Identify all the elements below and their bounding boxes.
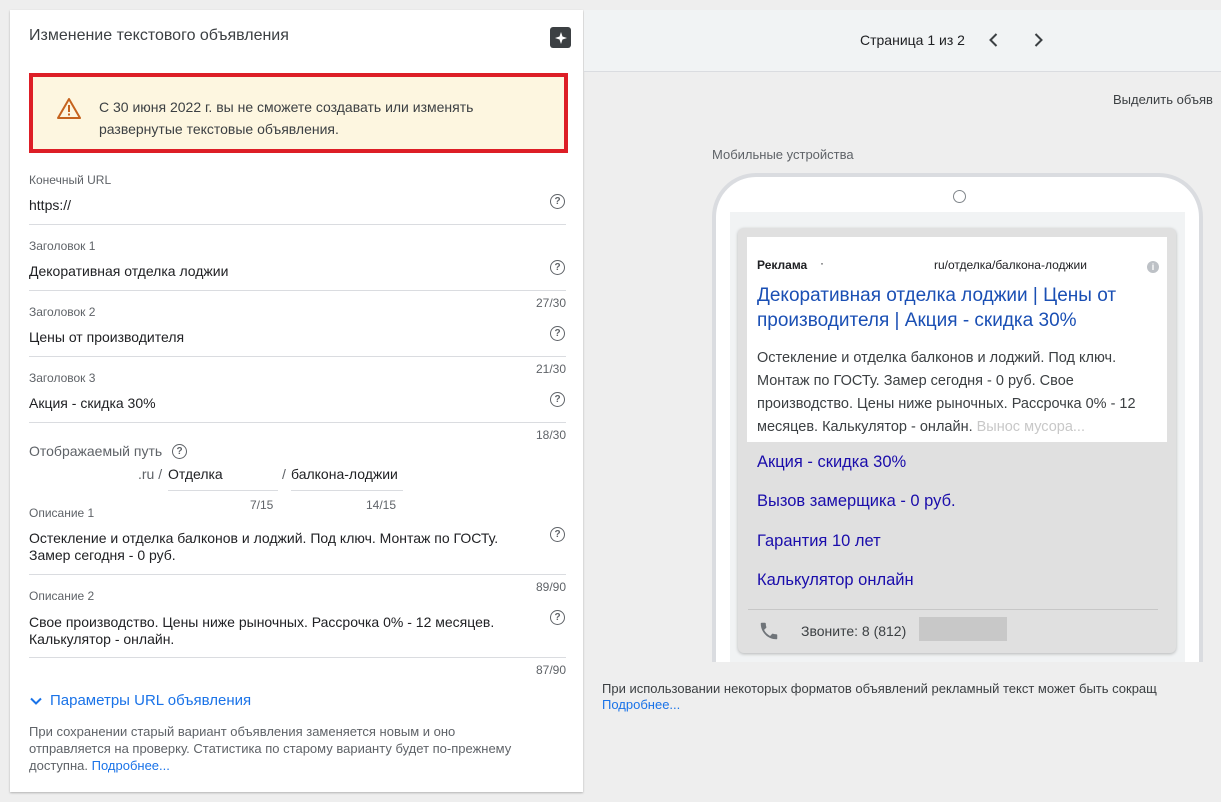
description1-input[interactable]: Остекление и отделка балконов и лоджий. … xyxy=(29,530,529,564)
field-underline xyxy=(29,574,566,575)
description1-field[interactable]: Описание 1 Остекление и отделка балконов… xyxy=(29,506,566,596)
headline2-label: Заголовок 2 xyxy=(29,305,96,319)
sparkle-icon xyxy=(554,31,567,44)
sitelink[interactable]: Акция - скидка 30% xyxy=(757,453,906,472)
headline3-input[interactable]: Акция - скидка 30% xyxy=(29,395,529,412)
sitelink[interactable]: Гарантия 10 лет xyxy=(757,532,881,551)
final-url-label: Конечный URL xyxy=(29,173,112,187)
ad-preview-card: Реклама · ru/отделка/балкона-лоджии i Де… xyxy=(738,228,1176,653)
ad-separator: · xyxy=(820,256,824,270)
deprecation-warning: С 30 июня 2022 г. вы не сможете создават… xyxy=(29,73,568,153)
learn-more-link[interactable]: Подробнее... xyxy=(92,758,170,773)
call-extension[interactable]: Звоните: 8 (812) xyxy=(801,623,906,639)
help-icon[interactable]: ? xyxy=(550,326,565,341)
help-icon[interactable]: ? xyxy=(550,260,565,275)
info-icon[interactable]: i xyxy=(1147,261,1159,273)
panel-title: Изменение текстового объявления xyxy=(29,27,289,44)
warning-icon xyxy=(57,98,81,119)
sitelink[interactable]: Калькулятор онлайн xyxy=(757,571,914,590)
ad-display-url: ru/отделка/балкона-лоджии xyxy=(934,258,1087,272)
help-icon[interactable]: ? xyxy=(550,194,565,209)
headline1-field[interactable]: Заголовок 1 Декоративная отделка лоджии … xyxy=(29,239,566,315)
final-url-field[interactable]: Конечный URL https:// ? xyxy=(29,173,566,225)
help-icon[interactable]: ? xyxy=(550,610,565,625)
headline1-input[interactable]: Декоративная отделка лоджии xyxy=(29,263,529,280)
page-indicator: Страница 1 из 2 xyxy=(860,32,965,48)
headline3-field[interactable]: Заголовок 3 Акция - скидка 30% ? 18/30 xyxy=(29,371,566,447)
headline2-input[interactable]: Цены от производителя xyxy=(29,329,529,346)
description2-label: Описание 2 xyxy=(29,589,95,603)
chevron-down-icon xyxy=(30,697,42,705)
headline3-label: Заголовок 3 xyxy=(29,371,96,385)
help-icon[interactable]: ? xyxy=(550,392,565,407)
ad-label: Реклама xyxy=(757,258,808,272)
help-icon[interactable]: ? xyxy=(172,444,187,459)
preview-toolbar: Страница 1 из 2 xyxy=(584,10,1221,72)
description2-input[interactable]: Свое производство. Цены ниже рыночных. Р… xyxy=(29,614,529,648)
description1-label: Описание 1 xyxy=(29,506,95,520)
display-path-domain: .ru / xyxy=(138,466,163,482)
chevron-left-icon[interactable] xyxy=(984,30,1004,50)
redacted-phone xyxy=(919,617,1007,641)
path2-input[interactable]: балкона-лоджии xyxy=(291,466,398,482)
divider xyxy=(748,609,1158,610)
field-underline xyxy=(29,657,566,658)
help-icon[interactable]: ? xyxy=(550,527,565,542)
feedback-button[interactable] xyxy=(550,27,571,48)
field-underline xyxy=(168,490,278,491)
phone-icon xyxy=(760,622,778,640)
headline2-field[interactable]: Заголовок 2 Цены от производителя ? 21/3… xyxy=(29,305,566,381)
headline1-label: Заголовок 1 xyxy=(29,239,96,253)
camera-icon xyxy=(953,190,966,203)
learn-more-link[interactable]: Подробнее... xyxy=(602,697,680,712)
edit-ad-panel: Изменение текстового объявления С 30 июн… xyxy=(10,10,583,792)
field-underline xyxy=(29,290,566,291)
ad-description-fade: Вынос мусора... xyxy=(976,419,1085,435)
char-counter: 87/90 xyxy=(535,663,566,677)
ad-main: Реклама · ru/отделка/балкона-лоджии i Де… xyxy=(747,237,1167,442)
ad-headline[interactable]: Декоративная отделка лоджии | Цены от пр… xyxy=(757,283,1157,333)
field-underline xyxy=(291,490,403,491)
warning-text: С 30 июня 2022 г. вы не сможете создават… xyxy=(99,99,474,137)
path1-input[interactable]: Отделка xyxy=(168,466,223,482)
final-url-input[interactable]: https:// xyxy=(29,197,529,214)
chevron-right-icon[interactable] xyxy=(1028,30,1048,50)
field-underline xyxy=(29,224,566,225)
sitelink[interactable]: Вызов замерщика - 0 руб. xyxy=(757,492,956,511)
preview-footnote: При использовании некоторых форматов объ… xyxy=(602,681,1157,696)
url-params-label: Параметры URL объявления xyxy=(50,692,252,709)
field-underline xyxy=(29,422,566,423)
display-path-label: Отображаемый путь xyxy=(29,443,163,459)
char-counter: 18/30 xyxy=(535,428,566,442)
ad-description: Остекление и отделка балконов и лоджий. … xyxy=(757,347,1157,439)
description2-field[interactable]: Описание 2 Свое производство. Цены ниже … xyxy=(29,589,566,679)
path-separator: / xyxy=(282,466,286,482)
field-underline xyxy=(29,356,566,357)
device-label: Мобильные устройства xyxy=(712,147,854,162)
url-params-toggle[interactable]: Параметры URL объявления xyxy=(29,692,251,709)
save-note: При сохранении старый вариант объявления… xyxy=(29,723,529,774)
highlight-toggle[interactable]: Выделить объяв xyxy=(1113,92,1213,107)
